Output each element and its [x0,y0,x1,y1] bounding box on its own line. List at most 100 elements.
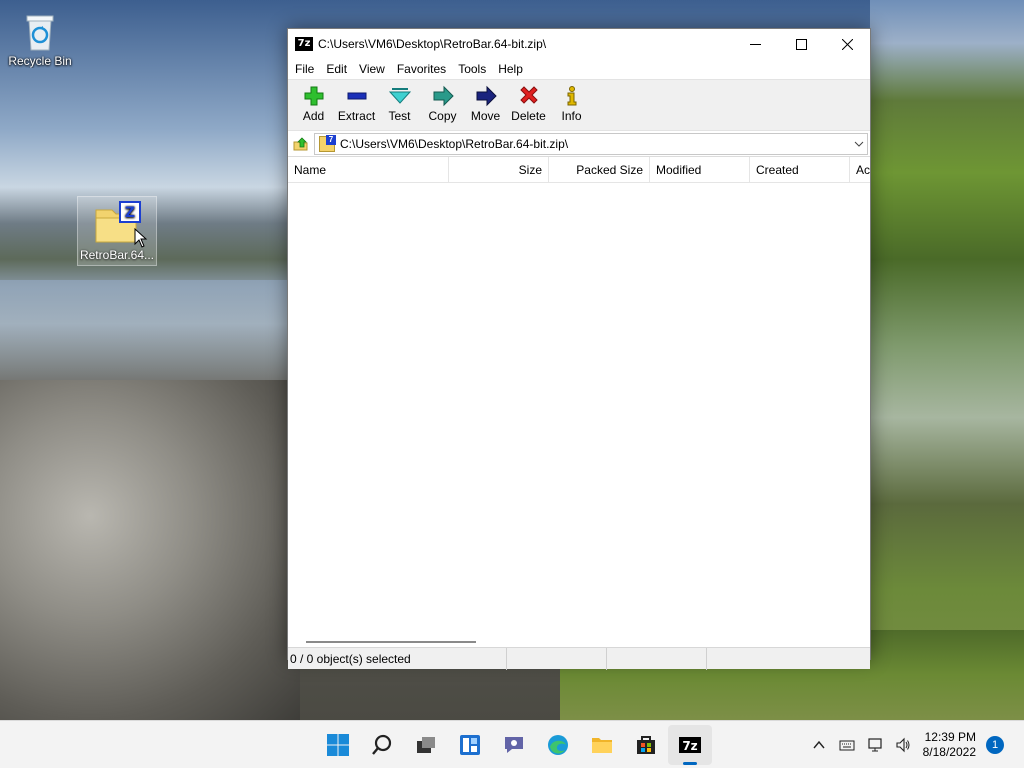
title-bar[interactable]: 7z C:\Users\VM6\Desktop\RetroBar.64-bit.… [288,29,870,59]
menu-help[interactable]: Help [493,62,528,76]
info-icon [560,84,584,108]
taskbar-apps: 7z [316,721,712,768]
menu-file[interactable]: File [290,62,319,76]
status-selection: 0 / 0 object(s) selected [288,647,507,670]
up-folder-button[interactable] [288,132,314,156]
file-list[interactable] [288,183,870,647]
start-button[interactable] [316,725,360,765]
move-icon [474,84,498,108]
add-icon [302,84,326,108]
menu-tools[interactable]: Tools [453,62,491,76]
scrollbar-thumb[interactable] [306,641,476,643]
status-bar: 0 / 0 object(s) selected [288,647,870,670]
keyboard-button[interactable] [833,725,861,765]
menu-bar: File Edit View Favorites Tools Help [288,59,870,79]
extract-label: Extract [337,109,376,123]
recycle-bin-label: Recycle Bin [8,54,72,68]
column-name[interactable]: Name [288,156,449,183]
clock-time: 12:39 PM [924,730,976,744]
column-packed-size[interactable]: Packed Size [549,156,650,183]
test-button[interactable]: Test [378,80,421,123]
wallpaper-rocks [0,380,300,720]
wallpaper-lake [0,280,290,390]
copy-label: Copy [428,109,457,123]
store-icon [637,736,655,754]
address-bar: C:\Users\VM6\Desktop\RetroBar.64-bit.zip… [288,131,870,157]
toolbar: Add Extract Test Copy Move Delete Info [288,79,870,131]
store-button[interactable] [624,725,668,765]
recycle-bin-desktop-icon[interactable]: Recycle Bin [0,10,80,68]
delete-label: Delete [511,109,546,123]
show-hidden-icons-button[interactable] [805,725,833,765]
file-list-header: Name Size Packed Size Modified Created A… [288,156,870,183]
keyboard-icon [839,740,855,751]
minimize-button[interactable] [732,29,778,59]
status-size [507,647,607,670]
search-button[interactable] [360,725,404,765]
volume-button[interactable] [889,725,917,765]
volume-icon [896,737,910,753]
menu-favorites[interactable]: Favorites [392,62,451,76]
status-packed [607,647,707,670]
info-label: Info [561,109,582,123]
7zip-taskbar-button[interactable]: 7z [668,725,712,765]
7zip-icon: 7z [679,737,701,753]
extract-button[interactable]: Extract [335,80,378,123]
maximize-icon [795,38,807,50]
7zip-file-manager-window: 7z C:\Users\VM6\Desktop\RetroBar.64-bit.… [287,28,871,670]
task-view-button[interactable] [404,725,448,765]
add-button[interactable]: Add [292,80,335,123]
clock[interactable]: 12:39 PM 8/18/2022 [917,730,986,760]
path-combobox[interactable]: C:\Users\VM6\Desktop\RetroBar.64-bit.zip… [314,132,868,155]
network-button[interactable] [861,725,889,765]
notification-badge[interactable]: 1 [986,736,1004,754]
file-explorer-button[interactable] [580,725,624,765]
network-icon [868,738,882,752]
chat-button[interactable] [492,725,536,765]
edge-button[interactable] [536,725,580,765]
widgets-icon [460,735,480,755]
test-label: Test [388,109,411,123]
minimize-icon [749,43,761,45]
chevron-down-icon[interactable] [851,141,867,147]
copy-button[interactable]: Copy [421,80,464,123]
wallpaper-hillside [870,0,1024,720]
column-created[interactable]: Created [750,156,850,183]
system-tray: 12:39 PM 8/18/2022 1 [805,721,1024,768]
clock-date: 8/18/2022 [922,745,976,759]
search-icon [372,734,392,755]
column-accessed[interactable]: Ac [850,157,870,183]
close-icon [841,38,853,50]
svg-text:7z: 7z [682,739,697,753]
svg-text:Z: Z [125,205,135,221]
window-title: C:\Users\VM6\Desktop\RetroBar.64-bit.zip… [318,37,547,51]
start-icon [327,734,349,756]
mouse-cursor-icon [134,228,148,248]
edge-icon [548,735,568,755]
info-button[interactable]: Info [550,80,593,123]
delete-button[interactable]: Delete [507,80,550,123]
widgets-button[interactable] [448,725,492,765]
path-value: C:\Users\VM6\Desktop\RetroBar.64-bit.zip… [340,136,569,151]
extract-icon [345,84,369,108]
column-size[interactable]: Size [449,156,549,183]
horizontal-scrollbar[interactable] [288,637,870,647]
status-extra [707,648,870,670]
chat-icon [505,737,523,753]
move-label: Move [470,109,501,123]
7zip-app-icon: 7z [295,37,313,51]
move-button[interactable]: Move [464,80,507,123]
menu-view[interactable]: View [354,62,390,76]
close-button[interactable] [824,29,870,59]
task-view-icon [417,737,435,753]
copy-icon [431,84,455,108]
menu-edit[interactable]: Edit [321,62,352,76]
maximize-button[interactable] [778,29,824,59]
archive-icon [319,134,336,152]
column-modified[interactable]: Modified [650,156,750,183]
up-folder-icon [293,136,308,150]
chevron-up-icon [813,740,825,749]
taskbar: 7z 12:39 PM 8/18/2022 1 [0,720,1024,768]
file-explorer-icon [592,738,612,753]
delete-icon [517,84,541,108]
